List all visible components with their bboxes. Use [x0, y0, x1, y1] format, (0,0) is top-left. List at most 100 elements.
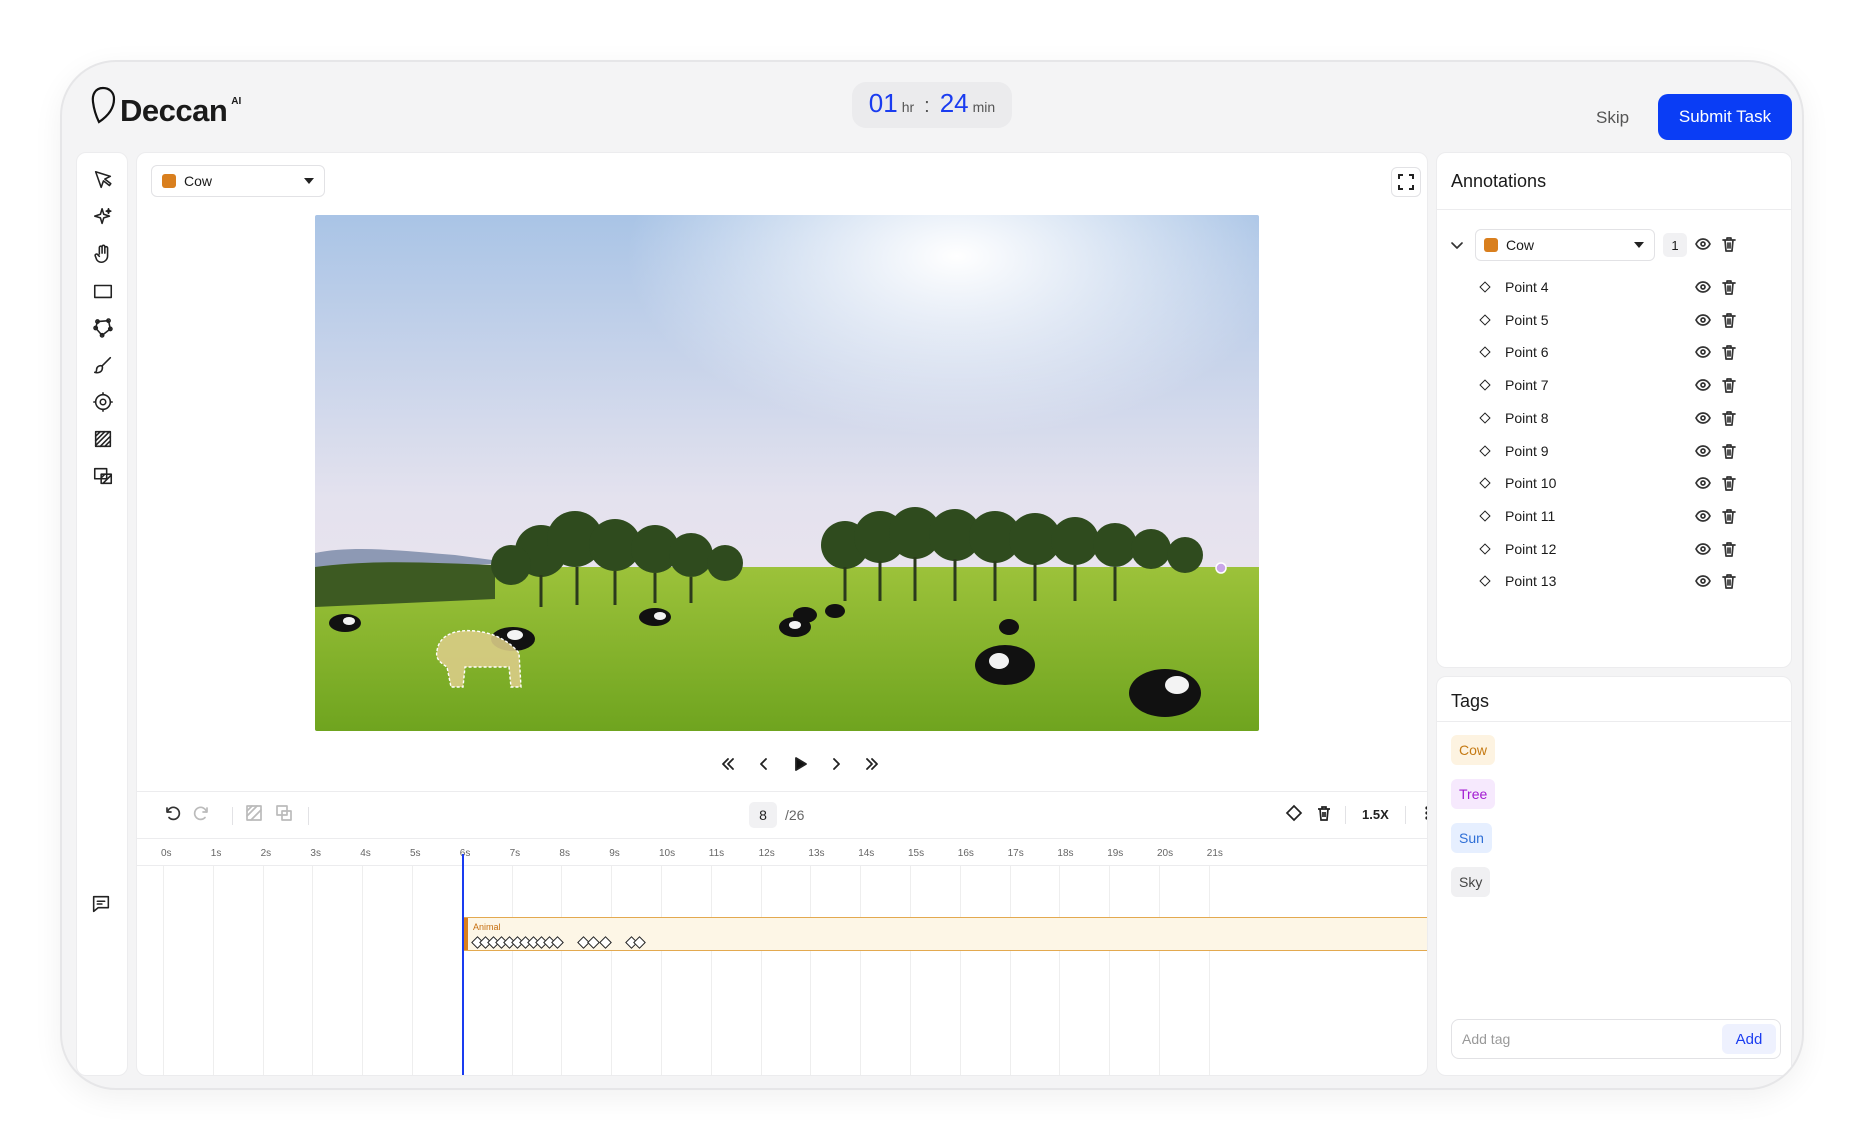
point-row[interactable]: Point 7	[1437, 369, 1791, 401]
video-frame-image[interactable]	[315, 215, 1259, 731]
eye-icon[interactable]	[1695, 236, 1713, 254]
play-icon[interactable]	[789, 753, 811, 775]
chevron-down-icon[interactable]	[1449, 237, 1465, 253]
tick-label: 13s	[808, 848, 825, 859]
point-label: Point 13	[1505, 573, 1557, 590]
step-forward-icon[interactable]	[825, 753, 847, 775]
group-class-select[interactable]: Cow	[1475, 229, 1655, 261]
point-row[interactable]: Point 4	[1437, 271, 1791, 303]
grid-line	[312, 866, 314, 1075]
hand-pan-icon[interactable]	[90, 241, 116, 267]
trash-icon[interactable]	[1721, 279, 1739, 297]
point-row[interactable]: Point 13	[1437, 565, 1791, 597]
tick-label: 7s	[509, 848, 521, 859]
logo-sup: AI	[231, 96, 242, 107]
trash-icon[interactable]	[1721, 573, 1739, 591]
add-tag-input[interactable]	[1452, 1031, 1692, 1047]
point-diamond-icon	[1479, 444, 1491, 457]
eye-icon[interactable]	[1695, 573, 1713, 591]
comment-icon[interactable]	[90, 893, 116, 919]
trash-icon[interactable]	[1721, 475, 1739, 493]
skip-button[interactable]: Skip	[1596, 108, 1629, 128]
undo-icon[interactable]	[163, 804, 181, 827]
tick-label: 1s	[210, 848, 222, 859]
point-diamond-icon	[1479, 575, 1491, 587]
fullscreen-button[interactable]	[1391, 167, 1421, 197]
trash-icon[interactable]	[1721, 443, 1739, 461]
brush-icon[interactable]	[90, 352, 116, 378]
point-row[interactable]: Point 10	[1437, 467, 1791, 499]
target-point-icon[interactable]	[90, 389, 116, 415]
step-back-icon[interactable]	[753, 753, 775, 775]
point-row[interactable]: Point 12	[1437, 533, 1791, 565]
select-arrow-icon[interactable]	[90, 167, 116, 193]
submit-task-button[interactable]: Submit Task	[1658, 94, 1792, 140]
point-label: Point 8	[1505, 409, 1549, 426]
timeline: 8 /26 1.5X 0s 1s 2s 3s 4s 5s 6s 7s 8s 9s 10s 11s 12s…	[137, 791, 1427, 1075]
tick-label: 16s	[957, 848, 974, 859]
logo: Deccan AI	[90, 86, 241, 129]
task-timer: 01 hr : 24 min	[852, 82, 1012, 128]
skip-forward-icon[interactable]	[861, 753, 883, 775]
eye-icon[interactable]	[1695, 312, 1713, 330]
eye-icon[interactable]	[1695, 377, 1713, 395]
grid-line	[1159, 866, 1160, 1075]
tag-chip[interactable]: Sun	[1451, 823, 1492, 853]
delete-keyframe-icon[interactable]	[1315, 804, 1333, 825]
point-row[interactable]: Point 8	[1437, 402, 1791, 434]
eye-icon[interactable]	[1695, 508, 1713, 526]
tag-chip[interactable]: Tree	[1451, 779, 1496, 809]
timer-minutes: 24	[939, 88, 969, 118]
animal-track[interactable]: Animal	[463, 917, 1427, 951]
point-label: Point 5	[1505, 311, 1549, 328]
grid-line	[760, 866, 762, 1075]
tag-chip[interactable]: Cow	[1451, 735, 1496, 765]
point-row[interactable]: Point 6	[1437, 336, 1791, 368]
playhead[interactable]	[462, 854, 464, 1075]
segment-icon[interactable]	[90, 463, 116, 489]
annotation-group-row: Cow 1	[1437, 229, 1791, 261]
trash-icon[interactable]	[1721, 508, 1739, 526]
trash-icon[interactable]	[1721, 344, 1739, 362]
segment-small-icon[interactable]	[275, 804, 293, 827]
eye-icon[interactable]	[1695, 443, 1713, 461]
playback-speed[interactable]: 1.5X	[1358, 807, 1393, 822]
grid-line	[1208, 866, 1210, 1075]
redo-icon[interactable]	[193, 804, 211, 827]
trash-icon[interactable]	[1721, 377, 1739, 395]
tick-label: 3s	[310, 848, 321, 859]
eye-icon[interactable]	[1695, 541, 1713, 559]
keyframe-marker[interactable]	[599, 936, 612, 949]
class-select[interactable]: Cow	[151, 165, 325, 197]
trash-icon[interactable]	[1721, 541, 1739, 559]
trash-icon[interactable]	[1721, 410, 1739, 428]
polygon-icon[interactable]	[90, 315, 116, 341]
keyframe-marker[interactable]	[551, 936, 564, 949]
keyframe-marker[interactable]	[587, 936, 600, 949]
trash-icon[interactable]	[1721, 236, 1739, 254]
eye-icon[interactable]	[1695, 410, 1713, 428]
more-options-icon[interactable]	[1418, 804, 1427, 825]
eye-icon[interactable]	[1695, 279, 1713, 297]
grid-line	[1059, 866, 1061, 1075]
point-row[interactable]: Point 5	[1437, 304, 1791, 336]
tick-label: 11s	[708, 848, 725, 859]
current-frame[interactable]: 8	[749, 802, 777, 828]
point-row[interactable]: Point 11	[1437, 500, 1791, 532]
keyframe-marker[interactable]	[633, 936, 646, 949]
add-tag-button[interactable]: Add	[1722, 1024, 1776, 1054]
hatch-mask-icon[interactable]	[90, 426, 116, 452]
timeline-tools	[163, 804, 309, 827]
hatch-mask-small-icon[interactable]	[245, 804, 263, 827]
skip-back-icon[interactable]	[717, 753, 739, 775]
time-ruler[interactable]: 0s 1s 2s 3s 4s 5s 6s 7s 8s 9s 10s 11s 12s 13s 14s 15s 16…	[137, 838, 1427, 866]
point-diamond-icon	[1479, 379, 1491, 391]
rectangle-icon[interactable]	[90, 278, 116, 304]
trash-icon[interactable]	[1721, 312, 1739, 330]
point-row[interactable]: Point 9	[1437, 435, 1791, 467]
tag-chip[interactable]: Sky	[1451, 867, 1491, 897]
eye-icon[interactable]	[1695, 344, 1713, 362]
magic-sparkle-icon[interactable]	[90, 204, 116, 230]
keyframe-icon[interactable]	[1285, 804, 1303, 825]
eye-icon[interactable]	[1695, 475, 1713, 493]
